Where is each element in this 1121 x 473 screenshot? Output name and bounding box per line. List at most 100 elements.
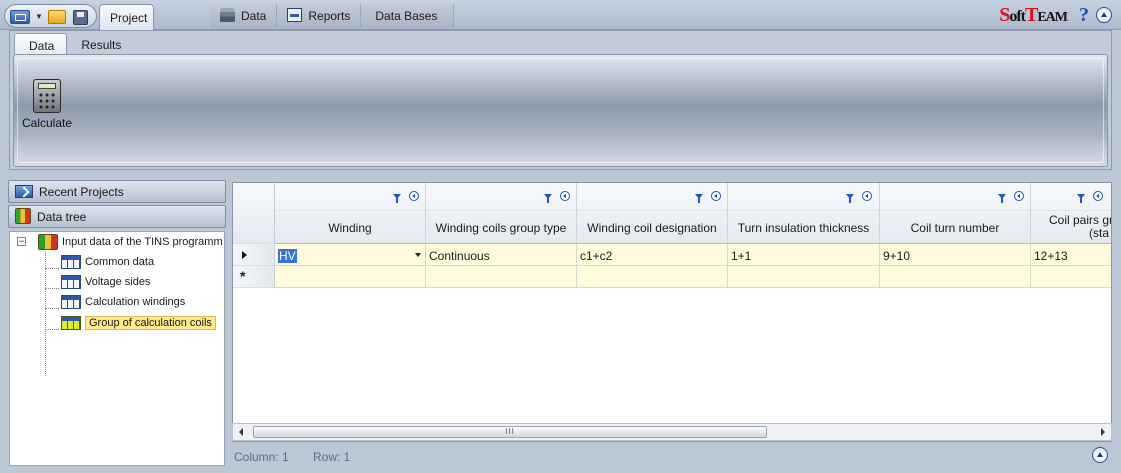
tree-node-root-label: Input data of the TINS programm [62, 236, 223, 248]
calculate-label: Calculate [21, 116, 73, 130]
chevron-down-icon[interactable] [415, 253, 421, 257]
filter-icon[interactable] [1077, 194, 1085, 203]
tree-node-label: Group of calculation coils [85, 316, 216, 330]
column-title: Turn insulation thickness [737, 221, 870, 235]
scroll-up-icon[interactable] [1092, 447, 1108, 463]
recent-projects-label: Recent Projects [39, 185, 124, 199]
scroll-right-icon[interactable] [1101, 428, 1105, 436]
new-row-selector[interactable]: * [233, 266, 275, 288]
column-title: Winding [328, 221, 372, 235]
new-row-cell[interactable] [577, 266, 728, 288]
data-tree-icon [15, 208, 31, 224]
table-icon [61, 275, 81, 289]
sort-icon[interactable] [1014, 191, 1024, 201]
tree-node-common-data[interactable]: Common data [61, 253, 154, 271]
new-row-cell[interactable] [728, 266, 880, 288]
tree-node-label: Calculation windings [85, 296, 186, 308]
tree-node-calculation-windings[interactable]: Calculation windings [61, 293, 185, 311]
sort-icon[interactable] [560, 191, 570, 201]
filter-icon[interactable] [544, 194, 552, 203]
recent-projects-icon [15, 185, 33, 198]
ribbon: Data Results Calculate [9, 30, 1112, 170]
cell-coil-designation[interactable]: c1+c2 [577, 244, 728, 266]
chevron-down-icon[interactable]: ▼ [35, 12, 43, 21]
scroll-left-icon[interactable] [239, 428, 243, 436]
data-tree: − Input data of the TINS programm Common… [9, 231, 225, 466]
ribbon-panel: Calculate [13, 54, 1108, 167]
context-tabs: Data Reports Data Bases [210, 4, 455, 28]
new-row-cell[interactable] [1031, 266, 1111, 288]
coil-group-icon [61, 316, 81, 330]
tab-project[interactable]: Project [99, 4, 154, 31]
filter-icon[interactable] [846, 194, 854, 203]
column-header-coil-pairs[interactable]: Coil pairs gra (sta [1031, 183, 1111, 244]
tab-reports[interactable]: Reports [277, 4, 362, 28]
table-icon [61, 255, 81, 269]
open-folder-icon[interactable] [48, 10, 66, 24]
cell-group-type[interactable]: Continuous [426, 244, 577, 266]
cell-turn-insulation[interactable]: 1+1 [728, 244, 880, 266]
ribbon-tab-results[interactable]: Results [67, 33, 133, 55]
recent-projects-button[interactable]: Recent Projects [8, 180, 226, 203]
tree-node-root[interactable]: Input data of the TINS programm [38, 233, 223, 251]
column-header-coil-designation[interactable]: Winding coil designation [577, 183, 728, 244]
sort-icon[interactable] [711, 191, 721, 201]
new-row-cell[interactable] [275, 266, 426, 288]
tab-data[interactable]: Data [210, 4, 278, 28]
sort-icon[interactable] [862, 191, 872, 201]
tree-node-group-of-calculation-coils[interactable]: Group of calculation coils [61, 314, 216, 332]
status-bar: Column: 1 Row: 1 [232, 443, 1112, 467]
filter-icon[interactable] [998, 194, 1006, 203]
title-bar: ▼ Project Data Reports Data Bases SoftTE… [0, 0, 1121, 31]
navigation-pane: Recent Projects Data tree − Input data o… [8, 180, 226, 466]
column-title: Coil turn number [910, 221, 1000, 235]
sort-icon[interactable] [1093, 191, 1103, 201]
tree-node-label: Voltage sides [85, 276, 151, 288]
tree-node-label: Common data [85, 256, 155, 268]
column-header-turn-insulation[interactable]: Turn insulation thickness [728, 183, 880, 244]
column-title: Coil pairs gra (sta [1049, 213, 1111, 240]
table-icon [61, 295, 81, 309]
sort-icon[interactable] [409, 191, 419, 201]
save-icon[interactable] [73, 10, 88, 25]
tree-node-voltage-sides[interactable]: Voltage sides [61, 273, 150, 291]
new-row-icon: * [240, 268, 246, 284]
database-icon [220, 8, 235, 22]
scrollbar-thumb[interactable]: III [253, 426, 767, 438]
calculator-icon [33, 79, 61, 113]
column-title: Winding coil designation [587, 221, 717, 235]
grid-corner [233, 183, 275, 244]
tree-expander[interactable]: − [17, 237, 26, 246]
column-header-group-type[interactable]: Winding coils group type [426, 183, 577, 244]
data-tree-label: Data tree [37, 210, 87, 224]
current-row-indicator [242, 251, 247, 259]
quick-access-toolbar: ▼ [4, 4, 97, 28]
application-menu-button[interactable] [10, 10, 30, 24]
calculate-button[interactable]: Calculate [18, 79, 76, 143]
cell-coil-pairs[interactable]: 12+13 [1031, 244, 1111, 266]
report-icon [287, 8, 303, 22]
input-data-icon [38, 234, 58, 250]
horizontal-scrollbar[interactable]: III [232, 423, 1112, 441]
data-tree-button[interactable]: Data tree [8, 205, 226, 228]
filter-icon[interactable] [695, 194, 703, 203]
ribbon-tabs: Data Results [14, 33, 133, 55]
column-title: Winding coils group type [435, 221, 567, 235]
column-header-coil-turn-number[interactable]: Coil turn number [880, 183, 1031, 244]
column-header-winding[interactable]: Winding [275, 183, 426, 244]
status-column: Column: 1 [234, 450, 289, 464]
filter-icon[interactable] [393, 194, 401, 203]
collapse-ribbon-icon[interactable] [1096, 7, 1112, 23]
ribbon-tab-data[interactable]: Data [14, 33, 68, 55]
cell-coil-turn-number[interactable]: 9+10 [880, 244, 1031, 266]
row-selector[interactable] [233, 244, 275, 266]
help-icon[interactable]: ? [1079, 4, 1089, 27]
new-row-cell[interactable] [426, 266, 577, 288]
data-grid: Winding Winding coils group type Winding… [232, 182, 1112, 442]
cell-winding[interactable]: HV [275, 244, 426, 266]
softeam-logo: SoftTEAM [999, 4, 1068, 26]
new-row-cell[interactable] [880, 266, 1031, 288]
tab-data-label: Data [241, 9, 267, 23]
tab-data-bases[interactable]: Data Bases [361, 4, 455, 28]
status-row: Row: 1 [313, 450, 351, 464]
